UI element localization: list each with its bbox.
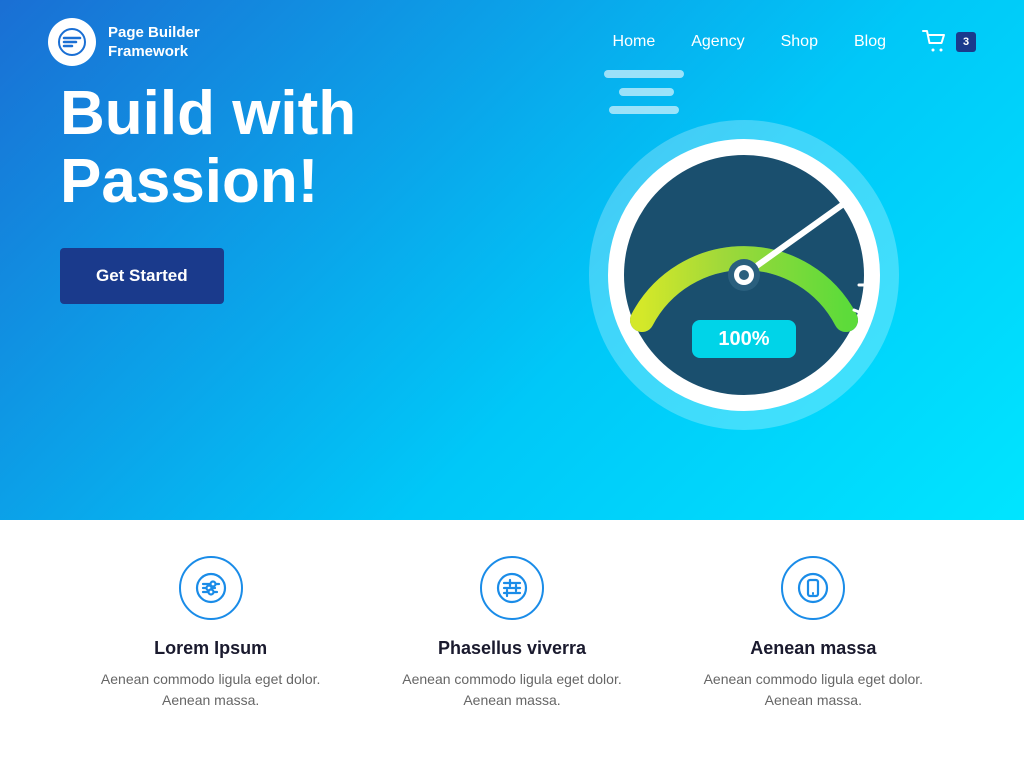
feature-desc-1: Aenean commodo ligula eget dolor. Aenean…: [391, 669, 632, 711]
feature-icon-sliders: [179, 556, 243, 620]
gauge-svg: 100%: [574, 90, 914, 430]
feature-lorem-ipsum: Lorem Ipsum Aenean commodo ligula eget d…: [60, 556, 361, 711]
feature-title-2: Aenean massa: [750, 638, 876, 659]
feature-desc-0: Aenean commodo ligula eget dolor. Aenean…: [90, 669, 331, 711]
feature-desc-2: Aenean commodo ligula eget dolor. Aenean…: [693, 669, 934, 711]
feature-icon-mobile: [781, 556, 845, 620]
hero-content: Build with Passion! Get Started: [60, 80, 356, 304]
speedometer-illustration: 100%: [544, 40, 964, 460]
hero-section: Page Builder Framework Home Agency Shop …: [0, 0, 1024, 520]
feature-icon-list-sliders: [480, 556, 544, 620]
logo-link[interactable]: Page Builder Framework: [48, 18, 200, 66]
feature-phasellus: Phasellus viverra Aenean commodo ligula …: [361, 556, 662, 711]
features-section: Lorem Ipsum Aenean commodo ligula eget d…: [0, 520, 1024, 768]
logo-text: Page Builder Framework: [108, 23, 200, 62]
feature-aenean: Aenean massa Aenean commodo ligula eget …: [663, 556, 964, 711]
svg-text:100%: 100%: [718, 328, 769, 350]
get-started-button[interactable]: Get Started: [60, 248, 224, 304]
feature-title-0: Lorem Ipsum: [154, 638, 267, 659]
feature-title-1: Phasellus viverra: [438, 638, 586, 659]
logo-icon: [48, 18, 96, 66]
hero-title: Build with Passion!: [60, 80, 356, 216]
